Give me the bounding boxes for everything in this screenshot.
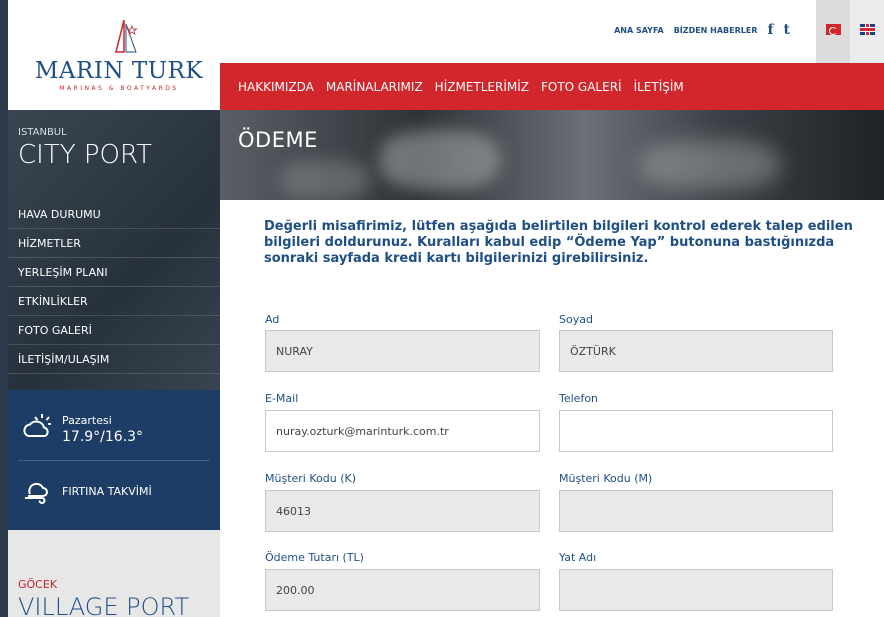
weather-temperature: 17.9°/16.3°: [62, 429, 144, 445]
musteri-kodu-k-label: Müşteri Kodu (K): [265, 472, 356, 485]
sidebar-item-weather[interactable]: HAVA DURUMU: [8, 200, 220, 229]
uk-flag-icon: [859, 24, 875, 35]
yat-adi-field[interactable]: [559, 569, 833, 611]
language-tr-button[interactable]: [816, 0, 850, 63]
logo-brand-text: MARIN TURK: [34, 58, 204, 84]
weather-day: Pazartesi: [62, 414, 112, 427]
hero-photo-detail: [280, 160, 370, 200]
marinturk-logo[interactable]: MARIN TURK MARINAS & BOATYARDS: [18, 0, 220, 110]
village-port-panel[interactable]: GÖCEK VILLAGE PORT: [8, 530, 220, 617]
twitter-icon[interactable]: t: [784, 22, 790, 38]
partly-sunny-icon: [23, 414, 51, 437]
odeme-tutari-label: Ödeme Tutarı (TL): [265, 551, 364, 564]
page-hero-banner: ÖDEME: [220, 110, 884, 200]
storm-calendar-link[interactable]: FIRTINA TAKVİMİ: [62, 485, 152, 498]
sidebar-item-services[interactable]: HİZMETLER: [8, 229, 220, 258]
nav-item-about[interactable]: HAKKIMIZDA: [238, 80, 314, 94]
logo-subtitle: MARINAS & BOATYARDS: [59, 85, 179, 92]
email-label: E-Mail: [265, 392, 299, 405]
weather-divider: [18, 460, 210, 461]
soyad-field[interactable]: ÖZTÜRK: [559, 330, 833, 372]
main-nav: HAKKIMIZDA MARİNALARIMIZ HİZMETLERİMİZ F…: [220, 63, 884, 110]
sidebar-item-layout-plan[interactable]: YERLEŞİM PLANI: [8, 258, 220, 287]
musteri-kodu-k-field[interactable]: 46013: [265, 490, 540, 532]
sidebar-item-events[interactable]: ETKİNLİKLER: [8, 287, 220, 316]
nav-item-services[interactable]: HİZMETLERİMİZ: [435, 80, 529, 94]
intro-text: Değerli misafirimiz, lütfen aşağıda beli…: [264, 219, 853, 266]
sidebar-menu: HAVA DURUMU HİZMETLER YERLEŞİM PLANI ETK…: [8, 200, 220, 374]
sidebar-item-contact[interactable]: İLETİŞİM/ULAŞIM: [8, 345, 220, 374]
sidebar-city-small: ISTANBUL: [18, 127, 67, 138]
hero-photo-detail: [380, 130, 500, 190]
top-utility-bar: ANA SAYFA BİZDEN HABERLER f t: [220, 0, 884, 63]
page-root: MARIN TURK MARINAS & BOATYARDS ANA SAYFA…: [0, 0, 884, 617]
soyad-label: Soyad: [559, 313, 593, 326]
nav-item-contact[interactable]: İLETİŞİM: [634, 80, 684, 94]
email-field[interactable]: nuray.ozturk@marinturk.com.tr: [265, 410, 540, 452]
telefon-field[interactable]: [559, 410, 833, 452]
village-big: VILLAGE PORT: [18, 593, 190, 617]
facebook-icon[interactable]: f: [768, 22, 774, 38]
yat-adi-label: Yat Adı: [559, 551, 597, 564]
turkey-flag-icon: [825, 24, 841, 35]
musteri-kodu-m-field[interactable]: [559, 490, 833, 532]
home-link[interactable]: ANA SAYFA: [614, 26, 664, 35]
telefon-label: Telefon: [559, 392, 599, 405]
sidebar-item-photo-gallery[interactable]: FOTO GALERİ: [8, 316, 220, 345]
top-links: ANA SAYFA BİZDEN HABERLER f t: [614, 22, 790, 38]
village-small: GÖCEK: [18, 578, 58, 591]
nav-item-photo-gallery[interactable]: FOTO GALERİ: [541, 80, 622, 94]
weather-panel: Pazartesi 17.9°/16.3° FIRTINA TAKVİMİ: [8, 390, 220, 530]
news-link[interactable]: BİZDEN HABERLER: [674, 26, 758, 35]
left-edge-strip: [0, 0, 8, 617]
nav-item-marinas[interactable]: MARİNALARIMIZ: [326, 80, 423, 94]
storm-wind-icon[interactable]: [22, 476, 52, 504]
hero-photo-detail: [640, 140, 780, 190]
ad-field[interactable]: NURAY: [265, 330, 540, 372]
page-title: ÖDEME: [238, 128, 318, 152]
musteri-kodu-m-label: Müşteri Kodu (M): [559, 472, 653, 485]
ad-label: Ad: [265, 313, 280, 326]
sidebar-city-big: CITY PORT: [18, 140, 153, 170]
language-en-button[interactable]: [850, 0, 884, 63]
sail-logo-icon: [115, 19, 138, 53]
odeme-tutari-field[interactable]: 200.00: [265, 569, 540, 611]
